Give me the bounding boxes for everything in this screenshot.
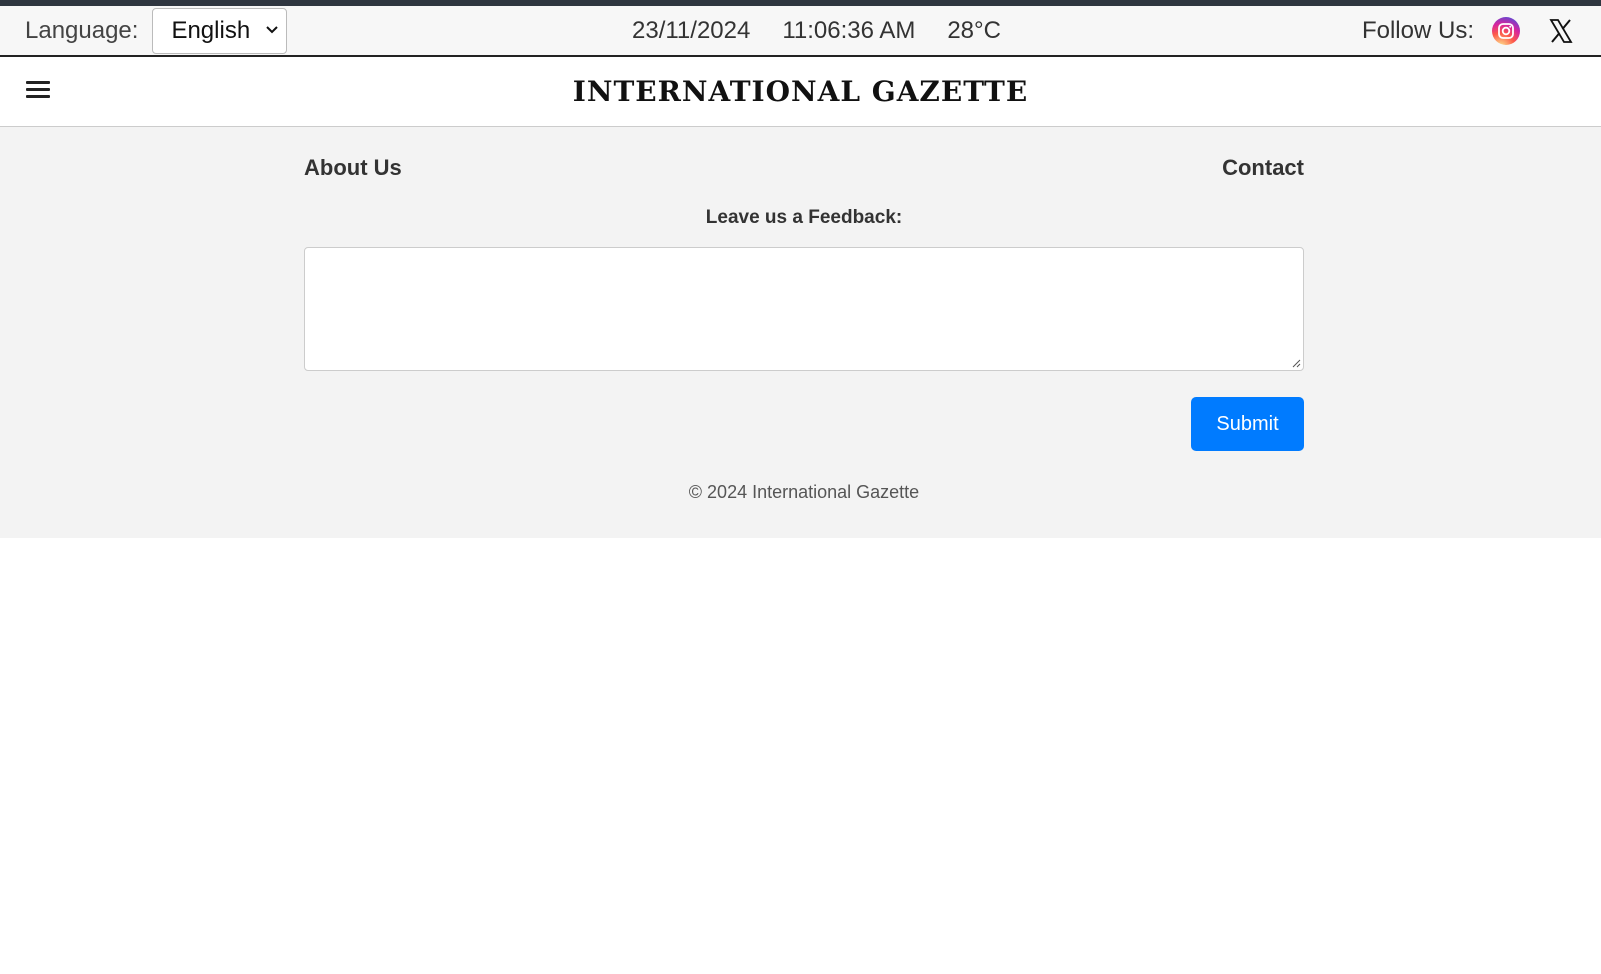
language-label: Language: <box>25 17 139 44</box>
social-follow-group: Follow Us: <box>1362 8 1574 54</box>
instagram-icon[interactable] <box>1492 17 1520 45</box>
date-time-weather: 23/11/2024 11:06:36 AM 28°C <box>632 8 1001 54</box>
x-icon[interactable] <box>1548 18 1574 44</box>
current-time: 11:06:36 AM <box>782 17 916 44</box>
follow-label: Follow Us: <box>1361 17 1474 44</box>
feedback-textarea[interactable] <box>304 247 1304 371</box>
footer-links: About Us Contact <box>304 127 1304 217</box>
top-info-bar: Language: English 23/11/2024 11:06:36 AM… <box>0 6 1601 57</box>
language-selector-group: Language: English <box>25 8 288 54</box>
resize-handle-icon[interactable] <box>1291 358 1301 368</box>
site-footer: About Us Contact Leave us a Feedback: Su… <box>0 127 1601 538</box>
feedback-label: Leave us a Feedback: <box>705 207 903 228</box>
submit-button[interactable]: Submit <box>1191 397 1304 451</box>
contact-link[interactable]: Contact <box>1222 155 1304 181</box>
chevron-down-icon <box>266 26 279 34</box>
current-date: 23/11/2024 <box>632 17 751 44</box>
temperature: 28°C <box>947 17 1001 44</box>
language-select[interactable]: English <box>152 8 288 54</box>
about-us-link[interactable]: About Us <box>304 155 402 181</box>
copyright-text: © 2024 International Gazette <box>688 482 920 502</box>
site-title[interactable]: INTERNATIONAL GAZETTE <box>0 75 1601 108</box>
language-selected-value: English <box>171 17 251 44</box>
site-header: INTERNATIONAL GAZETTE <box>0 57 1601 127</box>
footer-content: About Us Contact Leave us a Feedback: Su… <box>304 127 1304 502</box>
